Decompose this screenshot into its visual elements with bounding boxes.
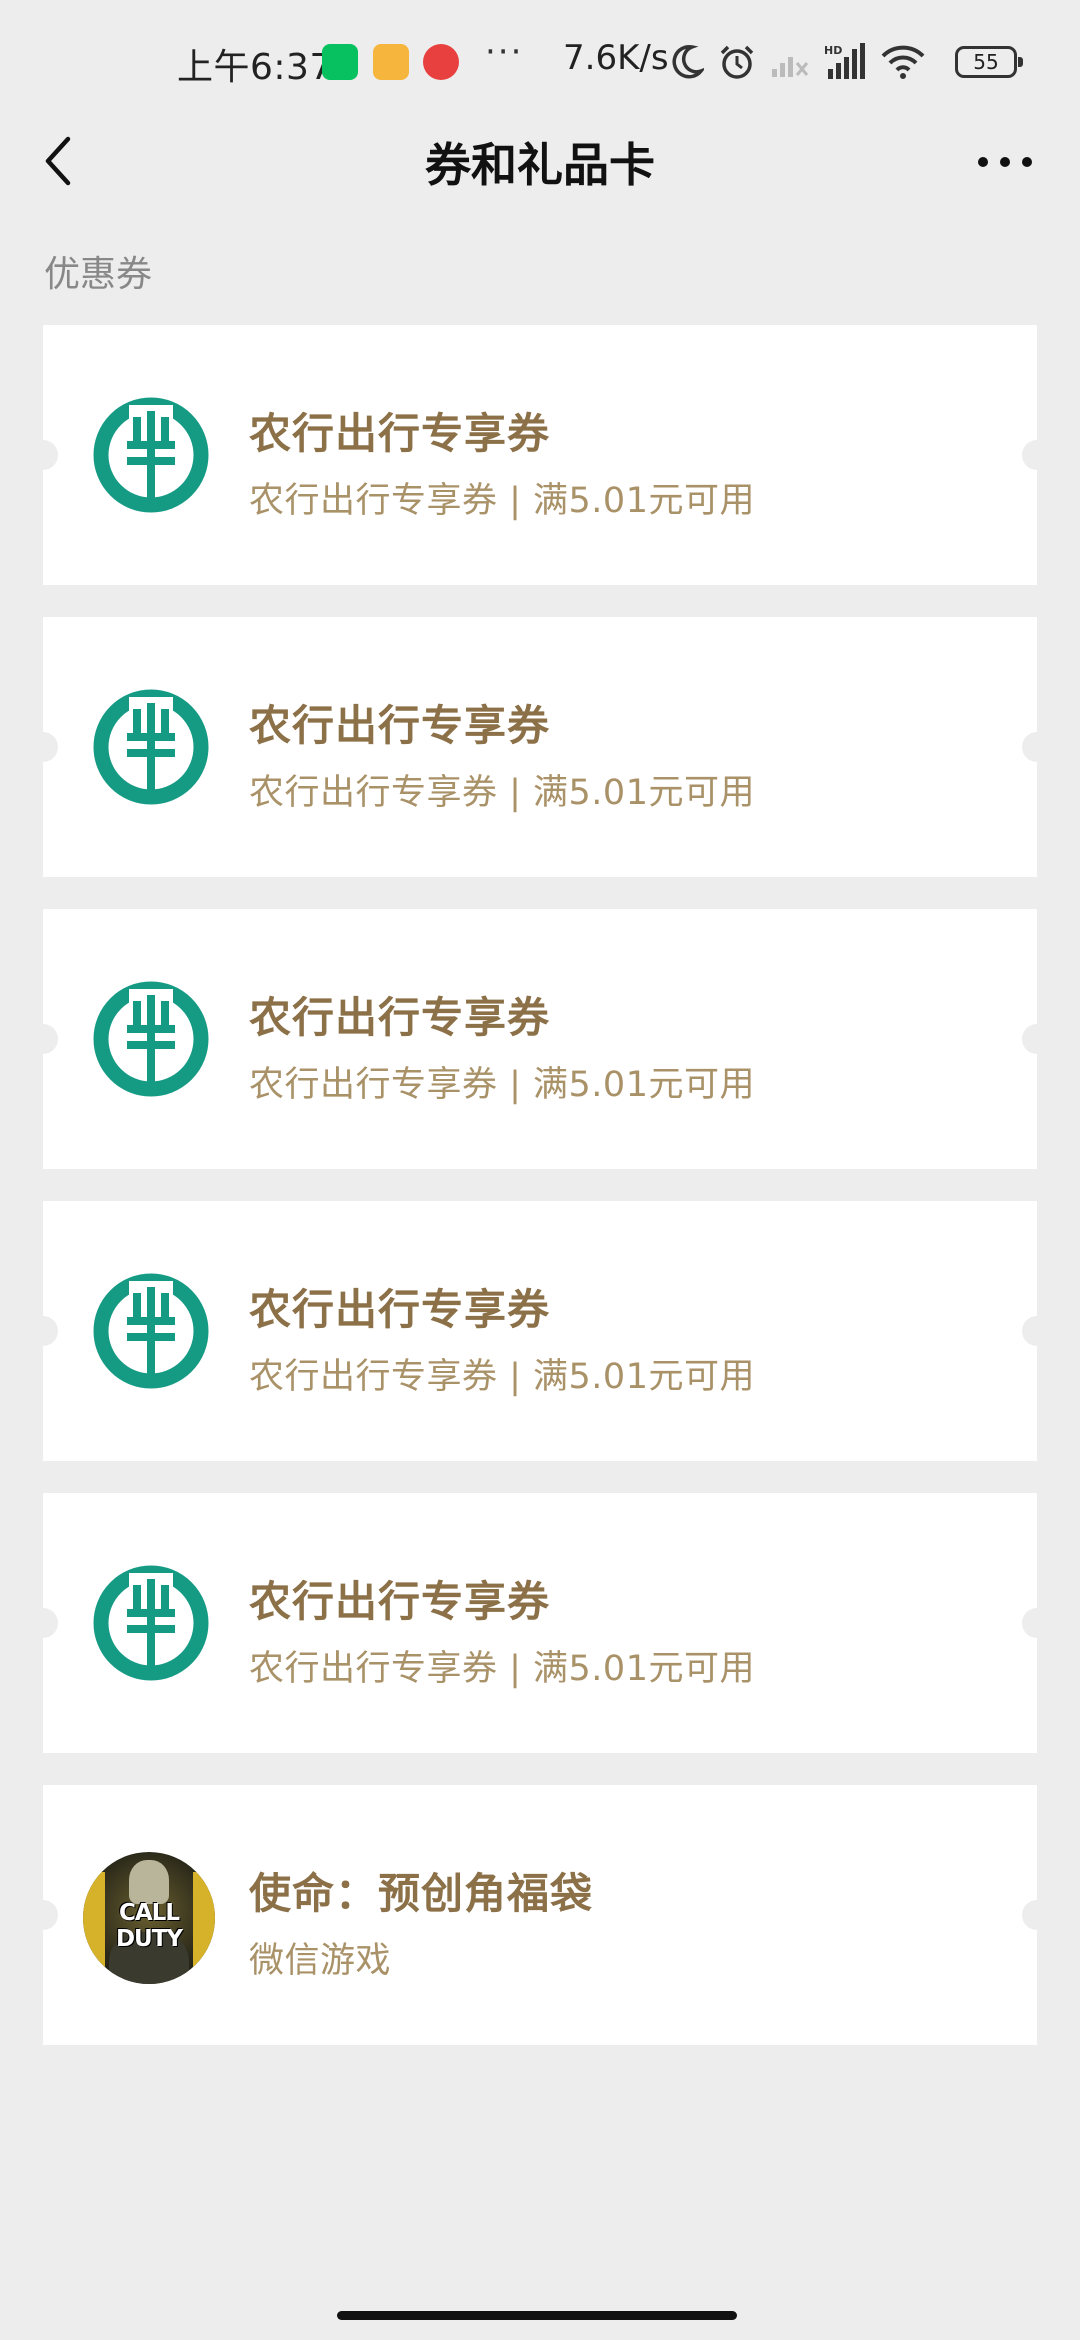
coupon-card[interactable]: 农行出行专享券 农行出行专享券 | 满5.01元可用 (28, 1493, 1052, 1753)
alarm-icon (720, 45, 754, 79)
more-notifications-icon: ··· (485, 32, 524, 72)
abc-bank-logo-icon (93, 1565, 209, 1681)
coupon-subtitle: 农行出行专享券 | 满5.01元可用 (249, 773, 755, 813)
logo-text: CALL DUTY (115, 1900, 183, 1952)
gift-title: 使命：预创角福袋 (249, 1869, 594, 1918)
abc-bank-logo-icon (93, 1273, 209, 1389)
coupon-subtitle: 农行出行专享券 | 满5.01元可用 (249, 1357, 755, 1397)
music-notification-icon (423, 44, 459, 80)
abc-bank-logo-icon (93, 981, 209, 1097)
coupon-card[interactable]: 农行出行专享券 农行出行专享券 | 满5.01元可用 (28, 1201, 1052, 1461)
signal-hd-icon: HD (824, 43, 865, 79)
notes-notification-icon (373, 44, 409, 80)
section-label-coupons: 优惠券 (44, 254, 153, 295)
gift-subtitle: 微信游戏 (249, 1941, 392, 1981)
wifi-icon (881, 45, 925, 79)
coupon-title: 农行出行专享券 (249, 1285, 551, 1334)
call-of-duty-logo-icon: CALL DUTY (83, 1852, 215, 1984)
coupon-card[interactable]: 农行出行专享券 农行出行专享券 | 满5.01元可用 (28, 325, 1052, 585)
more-options-icon[interactable] (975, 147, 1035, 177)
coupon-title: 农行出行专享券 (249, 701, 551, 750)
coupon-title: 农行出行专享券 (249, 993, 551, 1042)
abc-bank-logo-icon (93, 397, 209, 513)
coupon-title: 农行出行专享券 (249, 409, 551, 458)
coupon-title: 农行出行专享券 (249, 1577, 551, 1626)
coupon-card[interactable]: 农行出行专享券 农行出行专享券 | 满5.01元可用 (28, 617, 1052, 877)
status-time: 上午6:37 (177, 47, 333, 88)
coupon-subtitle: 农行出行专享券 | 满5.01元可用 (249, 1649, 755, 1689)
signal-weak-icon (772, 57, 809, 77)
abc-bank-logo-icon (93, 689, 209, 805)
hd-label: HD (824, 44, 842, 57)
nav-bar: 券和礼品卡 (0, 125, 1080, 285)
page-title: 券和礼品卡 (425, 138, 655, 192)
coupon-card[interactable]: 农行出行专享券 农行出行专享券 | 满5.01元可用 (28, 909, 1052, 1169)
coupon-subtitle: 农行出行专享券 | 满5.01元可用 (249, 481, 755, 521)
status-icons: HD (672, 40, 926, 84)
network-speed: 7.6K/s (563, 38, 669, 78)
wechat-notification-icon (322, 44, 358, 80)
coupon-subtitle: 农行出行专享券 | 满5.01元可用 (249, 1065, 755, 1105)
moon-icon (672, 44, 704, 79)
gift-card[interactable]: CALL DUTY 使命：预创角福袋 微信游戏 (28, 1785, 1052, 2045)
home-indicator[interactable] (337, 2311, 737, 2320)
battery-icon: 55 (955, 46, 1023, 78)
status-bar: 上午6:37 ··· 7.6K/s HD 55 (0, 0, 1080, 125)
